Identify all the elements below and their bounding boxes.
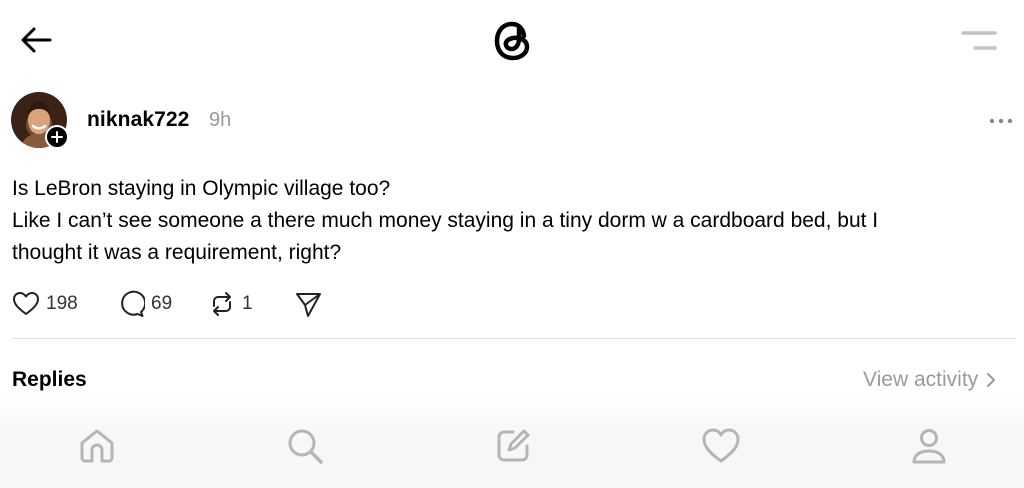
repost-button[interactable]: 1	[208, 288, 253, 320]
view-activity-link[interactable]: View activity	[863, 368, 996, 392]
compose-icon	[497, 429, 530, 462]
ellipsis-icon	[989, 118, 1013, 124]
post-text-line: Like I can’t see someone a there much mo…	[12, 209, 879, 232]
threads-logo-icon	[494, 21, 530, 61]
reply-button[interactable]: 69	[117, 288, 172, 320]
profile-icon	[912, 429, 946, 464]
back-button[interactable]	[14, 20, 58, 60]
menu-button[interactable]	[956, 24, 1002, 58]
follow-button[interactable]	[45, 125, 69, 149]
view-activity-label: View activity	[863, 368, 979, 391]
comment-icon	[121, 290, 145, 317]
threads-logo[interactable]	[487, 14, 539, 68]
more-options-button[interactable]	[984, 108, 1018, 134]
share-button[interactable]	[294, 288, 322, 320]
search-icon	[288, 429, 323, 464]
post-username[interactable]: niknak722	[87, 108, 189, 132]
plus-icon	[51, 131, 63, 143]
replies-heading: Replies	[12, 368, 87, 391]
heart-icon	[702, 428, 740, 463]
like-count: 198	[46, 293, 78, 314]
nav-home-button[interactable]	[75, 424, 119, 468]
repost-count: 1	[242, 293, 253, 314]
post-text: Is LeBron staying in Olympic village too…	[12, 173, 1012, 269]
home-icon	[80, 429, 114, 463]
post-text-line: thought it was a requirement, right?	[12, 241, 342, 264]
post-timestamp: 9h	[209, 109, 232, 131]
post-text-line: Is LeBron staying in Olympic village too…	[12, 177, 391, 200]
divider	[12, 338, 1016, 339]
menu-lines-icon	[961, 31, 997, 50]
send-icon	[296, 293, 321, 317]
heart-icon	[13, 292, 39, 315]
nav-activity-button[interactable]	[699, 424, 743, 468]
repost-icon	[213, 292, 231, 316]
chevron-right-icon	[987, 373, 996, 387]
reply-count: 69	[151, 293, 173, 314]
nav-profile-button[interactable]	[907, 424, 951, 468]
nav-search-button[interactable]	[283, 424, 327, 468]
arrow-left-icon	[21, 27, 52, 53]
nav-compose-button[interactable]	[491, 424, 535, 468]
author-avatar-button[interactable]	[11, 92, 73, 154]
like-button[interactable]: 198	[12, 288, 78, 320]
